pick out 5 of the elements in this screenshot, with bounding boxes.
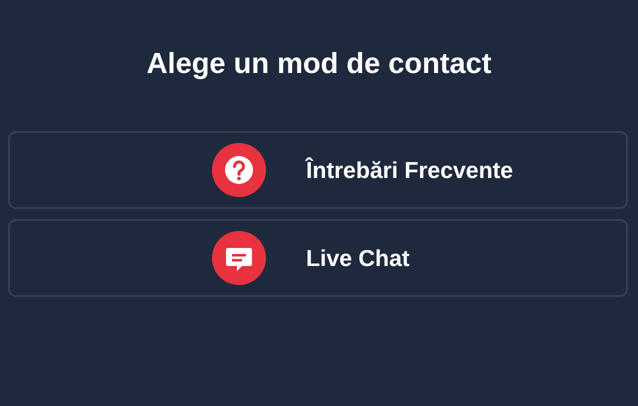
option-button[interactable]: Live Chat bbox=[8, 219, 628, 297]
help-icon bbox=[212, 143, 266, 197]
option-button[interactable]: Întrebări Frecvente bbox=[8, 131, 628, 209]
page-title: Alege un mod de contact bbox=[146, 48, 492, 81]
chat-icon bbox=[212, 231, 266, 285]
